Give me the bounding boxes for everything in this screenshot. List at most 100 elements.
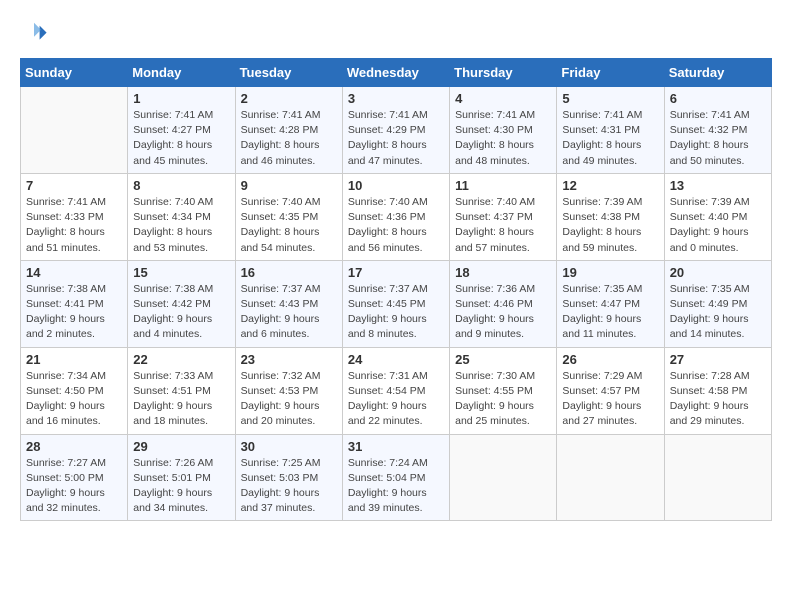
day-header-saturday: Saturday	[664, 59, 771, 87]
day-info: Sunrise: 7:36 AMSunset: 4:46 PMDaylight:…	[455, 282, 551, 343]
calendar-cell: 2Sunrise: 7:41 AMSunset: 4:28 PMDaylight…	[235, 87, 342, 174]
day-info: Sunrise: 7:30 AMSunset: 4:55 PMDaylight:…	[455, 369, 551, 430]
day-info: Sunrise: 7:41 AMSunset: 4:30 PMDaylight:…	[455, 108, 551, 169]
day-info: Sunrise: 7:37 AMSunset: 4:45 PMDaylight:…	[348, 282, 444, 343]
day-header-wednesday: Wednesday	[342, 59, 449, 87]
calendar-cell: 15 Sunrise: 7:38 AMSunset: 4:42 PMDayligh…	[128, 260, 235, 347]
day-info: Sunrise: 7:34 AMSunset: 4:50 PMDaylight:…	[26, 369, 122, 430]
calendar-week-row: 21Sunrise: 7:34 AMSunset: 4:50 PMDayligh…	[21, 347, 772, 434]
day-number: 2	[241, 91, 337, 106]
day-header-friday: Friday	[557, 59, 664, 87]
day-info: Sunrise: 7:26 AMSunset: 5:01 PMDaylight:…	[133, 456, 229, 517]
day-info: Sunrise: 7:41 AMSunset: 4:33 PMDaylight:…	[26, 195, 122, 256]
day-number: 1	[133, 91, 229, 106]
day-info: Sunrise: 7:31 AMSunset: 4:54 PMDaylight:…	[348, 369, 444, 430]
day-number: 16	[241, 265, 337, 280]
day-number: 28	[26, 439, 122, 454]
day-number: 30	[241, 439, 337, 454]
day-number: 14	[26, 265, 122, 280]
day-number: 4	[455, 91, 551, 106]
day-number: 8	[133, 178, 229, 193]
calendar-cell: 22 Sunrise: 7:33 AMSunset: 4:51 PMDayligh…	[128, 347, 235, 434]
calendar-week-row: 1Sunrise: 7:41 AMSunset: 4:27 PMDaylight…	[21, 87, 772, 174]
day-number: 12	[562, 178, 658, 193]
calendar-cell: 10 Sunrise: 7:40 AMSunset: 4:36 PMDayligh…	[342, 173, 449, 260]
day-info: Sunrise: 7:33 AMSunset: 4:51 PMDaylight:…	[133, 369, 229, 430]
calendar-cell: 12 Sunrise: 7:39 AMSunset: 4:38 PMDayligh…	[557, 173, 664, 260]
day-number: 17	[348, 265, 444, 280]
day-number: 15	[133, 265, 229, 280]
day-info: Sunrise: 7:39 AMSunset: 4:38 PMDaylight:…	[562, 195, 658, 256]
day-info: Sunrise: 7:38 AMSunset: 4:41 PMDaylight:…	[26, 282, 122, 343]
calendar-cell: 28 Sunrise: 7:27 AMSunset: 5:00 PMDayligh…	[21, 434, 128, 521]
day-info: Sunrise: 7:40 AMSunset: 4:35 PMDaylight:…	[241, 195, 337, 256]
day-info: Sunrise: 7:41 AMSunset: 4:31 PMDaylight:…	[562, 108, 658, 169]
calendar-cell: 7 Sunrise: 7:41 AMSunset: 4:33 PMDaylight…	[21, 173, 128, 260]
calendar-cell: 16 Sunrise: 7:37 AMSunset: 4:43 PMDayligh…	[235, 260, 342, 347]
calendar-cell: 27 Sunrise: 7:28 AMSunset: 4:58 PMDayligh…	[664, 347, 771, 434]
calendar-cell	[21, 87, 128, 174]
day-header-tuesday: Tuesday	[235, 59, 342, 87]
day-info: Sunrise: 7:40 AMSunset: 4:37 PMDaylight:…	[455, 195, 551, 256]
calendar-cell: 18 Sunrise: 7:36 AMSunset: 4:46 PMDayligh…	[450, 260, 557, 347]
calendar-cell: 19 Sunrise: 7:35 AMSunset: 4:47 PMDayligh…	[557, 260, 664, 347]
day-info: Sunrise: 7:25 AMSunset: 5:03 PMDaylight:…	[241, 456, 337, 517]
calendar-cell	[450, 434, 557, 521]
calendar-cell: 13 Sunrise: 7:39 AMSunset: 4:40 PMDayligh…	[664, 173, 771, 260]
page-header	[20, 20, 772, 48]
calendar-cell: 4 Sunrise: 7:41 AMSunset: 4:30 PMDaylight…	[450, 87, 557, 174]
day-number: 20	[670, 265, 766, 280]
day-number: 22	[133, 352, 229, 367]
day-number: 24	[348, 352, 444, 367]
calendar-cell	[557, 434, 664, 521]
day-info: Sunrise: 7:28 AMSunset: 4:58 PMDaylight:…	[670, 369, 766, 430]
calendar-cell: 29 Sunrise: 7:26 AMSunset: 5:01 PMDayligh…	[128, 434, 235, 521]
logo-icon	[20, 20, 48, 48]
day-header-monday: Monday	[128, 59, 235, 87]
calendar-cell: 8Sunrise: 7:40 AMSunset: 4:34 PMDaylight…	[128, 173, 235, 260]
day-info: Sunrise: 7:40 AMSunset: 4:36 PMDaylight:…	[348, 195, 444, 256]
day-number: 7	[26, 178, 122, 193]
calendar-cell: 14 Sunrise: 7:38 AMSunset: 4:41 PMDayligh…	[21, 260, 128, 347]
day-number: 25	[455, 352, 551, 367]
day-number: 29	[133, 439, 229, 454]
day-number: 27	[670, 352, 766, 367]
day-number: 13	[670, 178, 766, 193]
calendar-cell	[664, 434, 771, 521]
logo	[20, 20, 52, 48]
day-number: 18	[455, 265, 551, 280]
day-number: 9	[241, 178, 337, 193]
calendar-cell: 31Sunrise: 7:24 AMSunset: 5:04 PMDayligh…	[342, 434, 449, 521]
calendar-week-row: 14 Sunrise: 7:38 AMSunset: 4:41 PMDayligh…	[21, 260, 772, 347]
day-info: Sunrise: 7:38 AMSunset: 4:42 PMDaylight:…	[133, 282, 229, 343]
day-info: Sunrise: 7:37 AMSunset: 4:43 PMDaylight:…	[241, 282, 337, 343]
day-info: Sunrise: 7:35 AMSunset: 4:47 PMDaylight:…	[562, 282, 658, 343]
day-info: Sunrise: 7:35 AMSunset: 4:49 PMDaylight:…	[670, 282, 766, 343]
calendar-week-row: 28 Sunrise: 7:27 AMSunset: 5:00 PMDayligh…	[21, 434, 772, 521]
day-number: 10	[348, 178, 444, 193]
day-number: 26	[562, 352, 658, 367]
calendar-cell: 3 Sunrise: 7:41 AMSunset: 4:29 PMDaylight…	[342, 87, 449, 174]
day-number: 6	[670, 91, 766, 106]
calendar-header-row: SundayMondayTuesdayWednesdayThursdayFrid…	[21, 59, 772, 87]
calendar-cell: 5Sunrise: 7:41 AMSunset: 4:31 PMDaylight…	[557, 87, 664, 174]
day-info: Sunrise: 7:32 AMSunset: 4:53 PMDaylight:…	[241, 369, 337, 430]
day-number: 19	[562, 265, 658, 280]
calendar-cell: 26 Sunrise: 7:29 AMSunset: 4:57 PMDayligh…	[557, 347, 664, 434]
day-number: 23	[241, 352, 337, 367]
day-info: Sunrise: 7:27 AMSunset: 5:00 PMDaylight:…	[26, 456, 122, 517]
calendar-cell: 6 Sunrise: 7:41 AMSunset: 4:32 PMDaylight…	[664, 87, 771, 174]
day-info: Sunrise: 7:41 AMSunset: 4:32 PMDaylight:…	[670, 108, 766, 169]
calendar-cell: 20 Sunrise: 7:35 AMSunset: 4:49 PMDayligh…	[664, 260, 771, 347]
day-header-sunday: Sunday	[21, 59, 128, 87]
calendar-cell: 30 Sunrise: 7:25 AMSunset: 5:03 PMDayligh…	[235, 434, 342, 521]
calendar-cell: 11 Sunrise: 7:40 AMSunset: 4:37 PMDayligh…	[450, 173, 557, 260]
day-number: 11	[455, 178, 551, 193]
calendar-cell: 1Sunrise: 7:41 AMSunset: 4:27 PMDaylight…	[128, 87, 235, 174]
day-number: 3	[348, 91, 444, 106]
day-info: Sunrise: 7:41 AMSunset: 4:29 PMDaylight:…	[348, 108, 444, 169]
day-info: Sunrise: 7:29 AMSunset: 4:57 PMDaylight:…	[562, 369, 658, 430]
calendar-cell: 23 Sunrise: 7:32 AMSunset: 4:53 PMDayligh…	[235, 347, 342, 434]
calendar-cell: 9 Sunrise: 7:40 AMSunset: 4:35 PMDaylight…	[235, 173, 342, 260]
day-info: Sunrise: 7:39 AMSunset: 4:40 PMDaylight:…	[670, 195, 766, 256]
